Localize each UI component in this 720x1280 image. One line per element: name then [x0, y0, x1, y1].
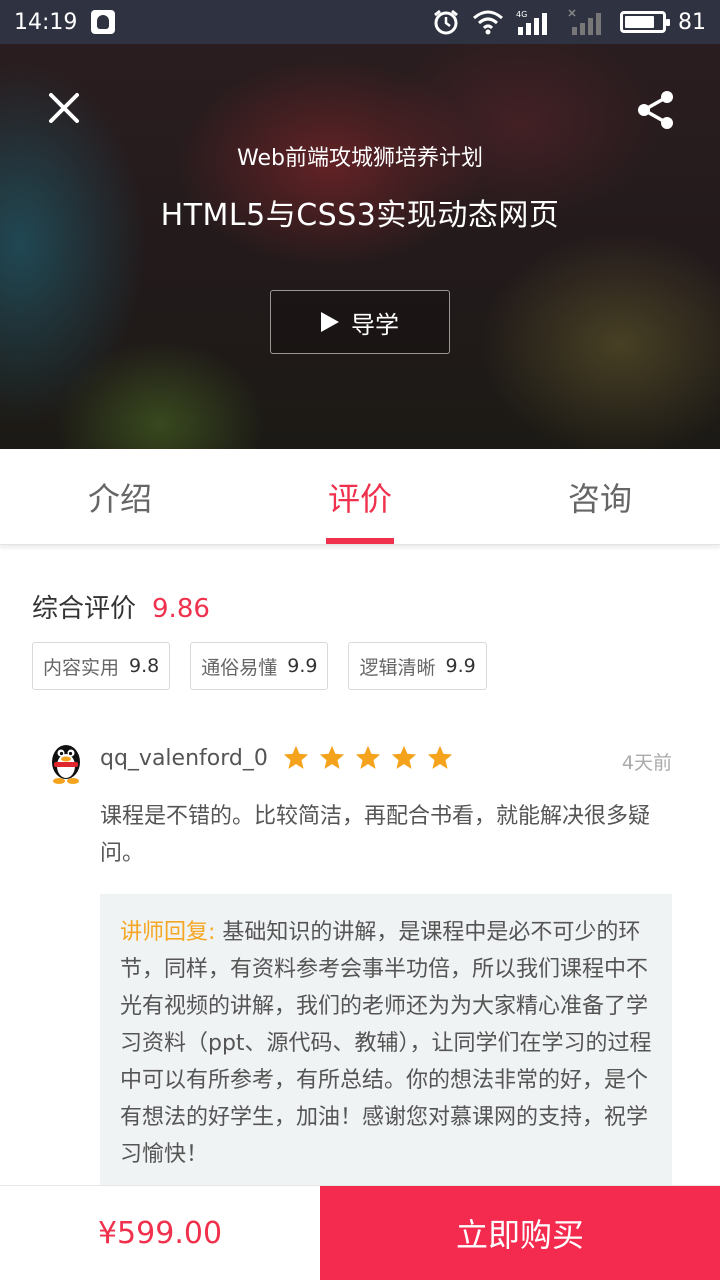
- wifi-icon: [472, 9, 504, 35]
- rating-tag-label: 内容实用: [43, 656, 120, 679]
- star-icon: [283, 745, 309, 769]
- rating-tag-value: 9.8: [129, 655, 160, 677]
- rating-tag-logic: 逻辑清晰 9.9: [348, 642, 487, 690]
- course-price: ¥599.00: [97, 1215, 223, 1251]
- share-button[interactable]: [634, 88, 678, 132]
- star-icon: [391, 745, 417, 769]
- course-hero: Web前端攻城狮培养计划 HTML5与CSS3实现动态网页 导学: [0, 44, 720, 449]
- review-username: qq_valenford_0: [100, 746, 268, 771]
- rating-tag-practical: 内容实用 9.8: [32, 642, 171, 690]
- review-stars: [282, 744, 454, 772]
- tab-label: 咨询: [567, 479, 632, 518]
- teacher-reply: 讲师回复: 基础知识的讲解，是课程中是必不可少的环节，同样，有资料参考会事半功倍…: [100, 894, 672, 1194]
- active-tab-indicator: [326, 538, 394, 544]
- signal-empty-icon: [568, 9, 608, 35]
- close-button[interactable]: [44, 88, 84, 128]
- overall-rating-score: 9.86: [152, 594, 210, 624]
- qq-penguin-icon: [52, 745, 80, 784]
- rating-tag-easy: 通俗易懂 9.9: [190, 642, 329, 690]
- review-time: 4天前: [621, 752, 672, 774]
- star-icon: [355, 745, 381, 769]
- buy-now-label: 立即购买: [455, 1216, 584, 1254]
- rating-tag-label: 逻辑清晰: [359, 656, 436, 679]
- tab-bar: 介绍 评价 咨询: [0, 449, 720, 545]
- battery-fill: [625, 16, 655, 28]
- overall-rating: 综合评价 9.86: [32, 588, 210, 625]
- tab-reviews[interactable]: 评价: [240, 449, 480, 544]
- qq-notification-icon: [91, 10, 116, 34]
- overall-rating-label: 综合评价: [32, 594, 137, 624]
- guide-video-button[interactable]: 导学: [270, 290, 450, 354]
- teacher-reply-label: 讲师回复:: [120, 920, 216, 945]
- status-bar: 14:19 4G 81: [0, 0, 720, 44]
- battery-icon: [620, 11, 670, 33]
- tab-introduction[interactable]: 介绍: [0, 449, 240, 544]
- tab-consult[interactable]: 咨询: [480, 449, 720, 544]
- signal-4g-icon: 4G: [516, 9, 556, 35]
- course-title: HTML5与CSS3实现动态网页: [160, 198, 560, 233]
- tab-label: 介绍: [87, 479, 152, 518]
- buy-now-button[interactable]: 立即购买: [320, 1186, 720, 1280]
- rating-tag-value: 9.9: [287, 655, 318, 677]
- course-series-title: Web前端攻城狮培养计划: [237, 146, 483, 171]
- star-icon: [319, 745, 345, 769]
- status-icons: 4G 81: [432, 8, 706, 36]
- purchase-bar: ¥599.00 立即购买: [0, 1185, 720, 1280]
- avatar[interactable]: [48, 740, 84, 784]
- alarm-icon: [432, 8, 460, 36]
- rating-tag-label: 通俗易懂: [201, 656, 278, 679]
- review-text: 课程是不错的。比较简洁，再配合书看，就能解决很多疑问。: [100, 804, 651, 866]
- tab-label: 评价: [327, 479, 392, 518]
- close-icon: [49, 93, 79, 123]
- network-label: 4G: [516, 10, 527, 19]
- share-icon: [638, 91, 673, 129]
- rating-tags: 内容实用 9.8 通俗易懂 9.9 逻辑清晰 9.9: [32, 642, 487, 690]
- battery-percentage: 81: [678, 9, 706, 35]
- status-time: 14:19: [14, 9, 78, 35]
- rating-tag-value: 9.9: [445, 655, 476, 677]
- star-icon: [427, 745, 453, 769]
- guide-button-label: 导学: [351, 310, 399, 339]
- teacher-reply-text: 基础知识的讲解，是课程中是必不可少的环节，同样，有资料参考会事半功倍，所以我们课…: [120, 920, 652, 1167]
- play-icon: [321, 312, 339, 332]
